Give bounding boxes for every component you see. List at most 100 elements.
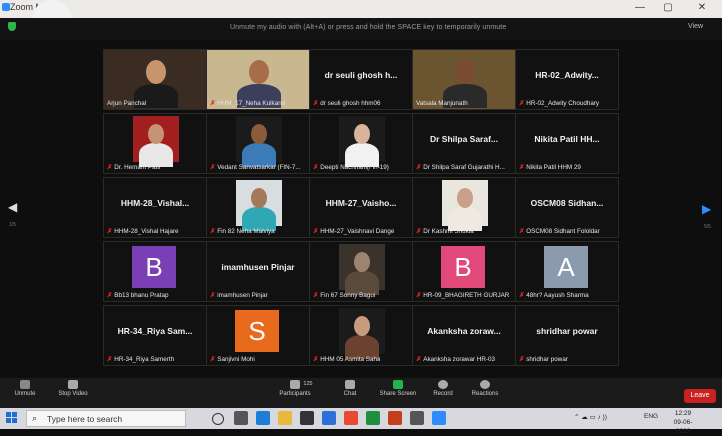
unmute-hint-banner: Unmute my audio with (Alt+A) or press an… bbox=[230, 24, 507, 31]
participant-name: 48hr? Aayush Sharma bbox=[526, 292, 589, 299]
participant-name-label: ✗ Vedant Sanvatsarkar (FIN-7... bbox=[210, 164, 301, 171]
taskbar-clock[interactable]: 12:29 09-06-2022 bbox=[668, 409, 698, 436]
mail-icon[interactable] bbox=[322, 411, 336, 425]
muted-mic-icon: ✗ bbox=[519, 292, 525, 299]
stop-video-label: Stop Video bbox=[58, 391, 88, 397]
participant-name-label: Arjun Panchal bbox=[107, 100, 146, 107]
chat-button[interactable]: Chat bbox=[325, 380, 375, 397]
avatar-initial: S bbox=[235, 310, 279, 352]
participant-name: HR-09_BHAGIRETH GURJAR bbox=[423, 292, 510, 299]
participant-tile[interactable]: ✗ Fin 82 Neha Malviya bbox=[206, 177, 310, 238]
muted-mic-icon: ✗ bbox=[416, 164, 422, 171]
page-indicator-left: 1/5 bbox=[9, 222, 16, 228]
stop-video-button[interactable]: Stop Video bbox=[48, 380, 98, 397]
windows-start-icon[interactable] bbox=[6, 412, 18, 424]
participant-tile[interactable]: ✗ Deepti Nachnani(Fin-19) bbox=[309, 113, 413, 174]
record-icon bbox=[438, 380, 448, 389]
person-head-shape bbox=[354, 252, 370, 272]
participant-photo bbox=[339, 116, 385, 167]
participant-tile[interactable]: dr seuli ghosh h... ✗ dr seuli ghosh hhm06 bbox=[309, 49, 413, 110]
settings-gear-icon[interactable] bbox=[410, 411, 424, 425]
participant-tile[interactable]: shridhar powar ✗ shridhar powar bbox=[515, 305, 619, 366]
muted-mic-icon: ✗ bbox=[210, 356, 216, 363]
powerpoint-icon[interactable] bbox=[388, 411, 402, 425]
participant-name: Fin 67 Sonny Bagui bbox=[320, 292, 376, 299]
muted-mic-icon: ✗ bbox=[210, 292, 216, 299]
participant-tile[interactable]: Vatsala Manjunath bbox=[412, 49, 516, 110]
participant-display-name: HR-02_Adwity... bbox=[535, 70, 599, 80]
participant-tile[interactable]: Akanksha zoraw... ✗ Akanksha zorawar HR-03 bbox=[412, 305, 516, 366]
store-icon[interactable] bbox=[300, 411, 314, 425]
muted-mic-icon: ✗ bbox=[519, 228, 525, 235]
participant-tile[interactable]: ✗ Dr. Hemant Patil bbox=[103, 113, 207, 174]
participant-tile[interactable]: ✗ HHM_17_Neha Kulkarni bbox=[206, 49, 310, 110]
participant-tile[interactable]: OSCM08 Sidhan... ✗ OSCM08 Sidhant Fololdar bbox=[515, 177, 619, 238]
participant-display-name: HHM-28_Vishal... bbox=[120, 198, 190, 208]
participant-tile[interactable]: HR-02_Adwity... ✗ HR-02_Adwity Choudhary bbox=[515, 49, 619, 110]
person-head-shape bbox=[251, 188, 267, 208]
participant-name-label: ✗ Dr Kashmi Shukla bbox=[416, 228, 474, 235]
view-button[interactable]: View bbox=[688, 23, 703, 30]
participant-name: OSCM08 Sidhant Fololdar bbox=[526, 228, 600, 235]
task-view-icon[interactable] bbox=[234, 411, 248, 425]
minimize-button[interactable]: — bbox=[628, 2, 652, 13]
participant-tile[interactable]: HR-34_Riya Sam... ✗ HR-34_Riya Samerth bbox=[103, 305, 207, 366]
participant-name: Sanjivni Mohi bbox=[217, 356, 255, 363]
participant-photo bbox=[133, 116, 179, 167]
muted-mic-icon: ✗ bbox=[107, 292, 113, 299]
muted-mic-icon: ✗ bbox=[313, 292, 319, 299]
search-icon: ⌕ bbox=[32, 413, 38, 423]
participant-name: Vedant Sanvatsarkar (FIN-7... bbox=[217, 164, 301, 171]
leave-button[interactable]: Leave bbox=[684, 389, 716, 403]
prev-page-arrow-icon[interactable]: ◀ bbox=[8, 200, 17, 214]
unmute-button[interactable]: Unmute bbox=[0, 380, 50, 397]
participant-name-label: ✗ Dr. Hemant Patil bbox=[107, 164, 160, 171]
participant-name: imamhusen Pinjar bbox=[217, 292, 268, 299]
participant-tile[interactable]: HHM-28_Vishal... ✗ HHM-28_Vishal Hajare bbox=[103, 177, 207, 238]
muted-mic-icon: ✗ bbox=[313, 356, 319, 363]
taskbar-search-box[interactable]: ⌕ Type here to search bbox=[26, 410, 186, 427]
participant-tile[interactable]: ✗ Dr Kashmi Shukla bbox=[412, 177, 516, 238]
cortana-icon[interactable] bbox=[212, 413, 224, 425]
edge-browser-icon[interactable] bbox=[256, 411, 270, 425]
system-tray-icons[interactable]: ⌃ ☁ ▭ ♪ )) bbox=[574, 413, 607, 421]
reactions-button[interactable]: Reactions bbox=[460, 380, 510, 397]
next-page-arrow-icon[interactable]: ▶ bbox=[702, 202, 711, 216]
participant-photo bbox=[236, 116, 282, 167]
close-button[interactable]: ✕ bbox=[690, 2, 714, 13]
zoom-taskbar-icon[interactable] bbox=[432, 411, 446, 425]
participant-tile[interactable]: ✗ HHM 05 Asmita Saha bbox=[309, 305, 413, 366]
participant-tile[interactable]: Nikita Patil HH... ✗ Nikita Patil HHM 29 bbox=[515, 113, 619, 174]
clock-time: 12:29 bbox=[674, 410, 692, 417]
microphone-muted-icon bbox=[20, 380, 30, 389]
share-screen-button[interactable]: Share Screen bbox=[373, 380, 423, 397]
file-explorer-icon[interactable] bbox=[278, 411, 292, 425]
participant-tile[interactable]: imamhusen Pinjar ✗ imamhusen Pinjar bbox=[206, 241, 310, 302]
reactions-smiley-icon bbox=[480, 380, 490, 389]
participant-tile[interactable]: ✗ Fin 67 Sonny Bagui bbox=[309, 241, 413, 302]
maximize-button[interactable]: ▢ bbox=[656, 2, 680, 13]
excel-icon[interactable] bbox=[366, 411, 380, 425]
participant-name: HHM-27_Vaishnavi Dange bbox=[320, 228, 395, 235]
participant-tile[interactable]: ✗ Vedant Sanvatsarkar (FIN-7... bbox=[206, 113, 310, 174]
video-camera-icon bbox=[68, 380, 78, 389]
participant-tile[interactable]: B ✗ Bb13 bhanu Pratap bbox=[103, 241, 207, 302]
participant-name: Deepti Nachnani(Fin-19) bbox=[320, 164, 389, 171]
participant-tile[interactable]: Dr Shilpa Saraf... ✗ Dr Shilpa Saraf Gujar… bbox=[412, 113, 516, 174]
chat-label: Chat bbox=[343, 391, 357, 397]
chrome-browser-icon[interactable] bbox=[344, 411, 358, 425]
muted-mic-icon: ✗ bbox=[210, 100, 216, 107]
record-label: Record bbox=[433, 391, 453, 397]
security-shield-icon[interactable] bbox=[8, 22, 16, 31]
participant-tile[interactable]: B ✗ HR-09_BHAGIRETH GURJAR bbox=[412, 241, 516, 302]
participant-name-label: ✗ HR-02_Adwity Choudhary bbox=[519, 100, 599, 107]
muted-mic-icon: ✗ bbox=[519, 164, 525, 171]
participant-tile[interactable]: HHM-27_Vaisho... ✗ HHM-27_Vaishnavi Dange bbox=[309, 177, 413, 238]
muted-mic-icon: ✗ bbox=[416, 228, 422, 235]
participant-tile[interactable]: S ✗ Sanjivni Mohi bbox=[206, 305, 310, 366]
participant-name-label: ✗ Nikita Patil HHM 29 bbox=[519, 164, 581, 171]
participant-tile[interactable]: A ✗ 48hr? Aayush Sharma bbox=[515, 241, 619, 302]
language-indicator[interactable]: ENG bbox=[644, 413, 658, 420]
participant-tile[interactable]: Arjun Panchal bbox=[103, 49, 207, 110]
page-indicator-right: 5/5 bbox=[704, 224, 711, 230]
